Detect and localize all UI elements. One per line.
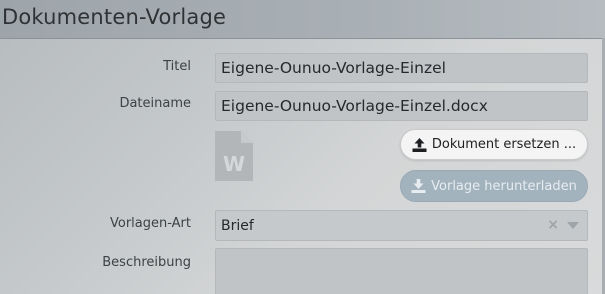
download-template-label: Vorlage herunterladen xyxy=(431,178,577,194)
description-textarea[interactable] xyxy=(215,248,588,294)
title-field[interactable]: Eigene-Ounuo-Vorlage-Einzel xyxy=(215,53,588,83)
filename-value: Eigene-Ounuo-Vorlage-Einzel.docx xyxy=(221,97,488,115)
title-label: Titel xyxy=(163,59,191,74)
upload-icon xyxy=(412,137,427,152)
download-template-button[interactable]: Vorlage herunterladen xyxy=(400,170,588,202)
filename-label: Dateiname xyxy=(119,96,191,111)
filename-field[interactable]: Eigene-Ounuo-Vorlage-Einzel.docx xyxy=(215,91,588,121)
description-label: Beschreibung xyxy=(102,255,191,270)
title-value: Eigene-Ounuo-Vorlage-Einzel xyxy=(221,59,446,77)
dialog-header: Dokumenten-Vorlage xyxy=(0,0,605,39)
word-document-letter: W xyxy=(223,152,245,176)
template-type-label: Vorlagen-Art xyxy=(110,216,191,231)
download-icon xyxy=(411,179,426,193)
word-document-icon: W xyxy=(215,131,253,181)
replace-document-button[interactable]: Dokument ersetzen ... xyxy=(400,129,588,160)
template-type-value: Brief xyxy=(221,218,254,234)
chevron-down-icon[interactable] xyxy=(567,221,579,229)
template-type-select[interactable]: Brief × xyxy=(215,210,588,241)
clear-x-icon[interactable]: × xyxy=(547,218,559,232)
replace-document-label: Dokument ersetzen ... xyxy=(431,137,577,152)
dialog-title: Dokumenten-Vorlage xyxy=(2,5,227,29)
